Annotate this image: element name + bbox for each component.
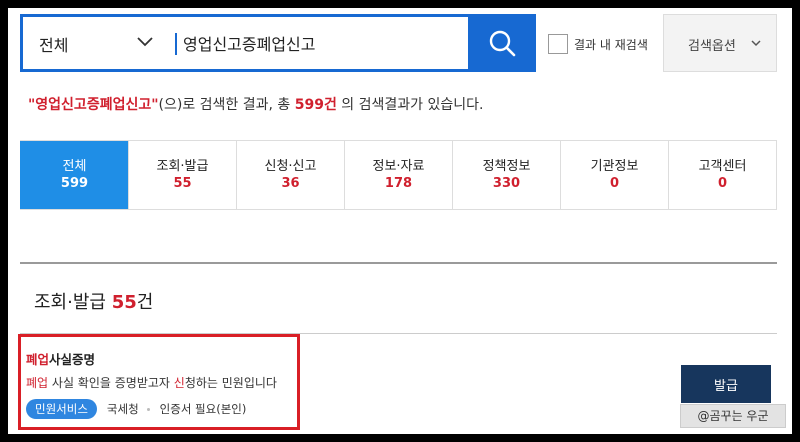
tab-label: 조회·발급 xyxy=(156,159,209,174)
search-options-label: 검색옵션 xyxy=(688,39,736,54)
recheck-checkbox[interactable] xyxy=(548,34,568,54)
tab-label: 고객센터 xyxy=(698,159,747,174)
chevron-down-icon xyxy=(137,37,153,47)
result-title-highlight: 폐업 xyxy=(26,352,50,367)
search-options-button[interactable]: 검색옵션 xyxy=(663,14,777,72)
summary-text: (으)로 검색한 결과, 총 xyxy=(158,97,295,113)
result-description: 폐업 사실 확인을 증명받고자 신청하는 민원입니다 xyxy=(26,374,277,391)
tab-label: 정보·자료 xyxy=(372,159,425,174)
search-input[interactable] xyxy=(183,25,463,61)
tab-count: 330 xyxy=(492,176,521,191)
tab-customer-center[interactable]: 고객센터 0 xyxy=(668,141,776,209)
result-tags: 민원서비스 국세청 인증서 필요(본인) xyxy=(26,399,246,419)
tab-count: 0 xyxy=(717,176,728,191)
desc-highlight: 신 xyxy=(173,376,185,390)
result-title-rest: 사실증명 xyxy=(49,352,96,367)
section-title: 조회·발급 55건 xyxy=(34,288,153,314)
tab-count: 178 xyxy=(384,176,413,191)
category-pill: 민원서비스 xyxy=(26,399,97,419)
desc-highlight: 폐업 xyxy=(26,376,49,390)
tab-count: 55 xyxy=(173,176,192,191)
section-count: 55 xyxy=(111,292,137,313)
page-frame: 전체 결과 내 재검색 검색옵션 "영업신고증폐업신고"(으)로 검색한 결과,… xyxy=(8,8,792,434)
tab-policy[interactable]: 정책정보 330 xyxy=(452,141,560,209)
issue-button[interactable]: 발급 xyxy=(681,365,771,403)
tab-agency[interactable]: 기관정보 0 xyxy=(560,141,668,209)
tab-info-data[interactable]: 정보·자료 178 xyxy=(344,141,452,209)
result-title[interactable]: 폐업사실증명 xyxy=(26,349,95,368)
tab-label: 신청·신고 xyxy=(264,159,317,174)
search-summary: "영업신고증폐업신고"(으)로 검색한 결과, 총 599건 의 검색결과가 있… xyxy=(28,94,483,114)
search-button[interactable] xyxy=(468,14,536,72)
summary-query: "영업신고증폐업신고" xyxy=(28,97,159,113)
requirement-tag: 인증서 필요(본인) xyxy=(159,402,247,416)
desc-text-end: 청하는 민원입니다 xyxy=(184,376,277,390)
section-unit: 건 xyxy=(136,292,154,313)
chevron-down-icon xyxy=(751,40,761,47)
recheck-label: 결과 내 재검색 xyxy=(574,38,648,52)
separator-dot xyxy=(146,407,150,411)
summary-unit: 건 xyxy=(323,97,337,113)
search-icon xyxy=(489,30,516,57)
tab-inquiry-issue[interactable]: 조회·발급 55 xyxy=(128,141,236,209)
tab-all[interactable]: 전체 599 xyxy=(20,141,128,209)
tab-count: 599 xyxy=(60,176,89,191)
tab-count: 0 xyxy=(609,176,620,191)
input-caret xyxy=(175,33,177,55)
section-divider xyxy=(20,262,777,264)
section-title-text: 조회·발급 xyxy=(34,292,106,313)
search-box: 전체 xyxy=(20,14,536,72)
tab-count: 36 xyxy=(281,176,300,191)
category-tabs: 전체 599 조회·발급 55 신청·신고 36 정보·자료 178 정책정보 … xyxy=(20,140,777,210)
summary-text-end: 의 검색결과가 있습니다. xyxy=(336,97,484,113)
tab-application-report[interactable]: 신청·신고 36 xyxy=(236,141,344,209)
tab-label: 기관정보 xyxy=(590,159,639,174)
agency-tag: 국세청 xyxy=(106,402,139,416)
category-select-value: 전체 xyxy=(39,36,69,55)
category-select[interactable]: 전체 xyxy=(23,17,169,69)
desc-text: 사실 확인을 증명받고자 xyxy=(48,376,174,390)
tab-label: 정책정보 xyxy=(482,159,531,174)
tab-label: 전체 xyxy=(62,159,87,174)
watermark: @곰꾸는 우군 xyxy=(680,404,786,428)
summary-total: 599 xyxy=(294,97,324,113)
